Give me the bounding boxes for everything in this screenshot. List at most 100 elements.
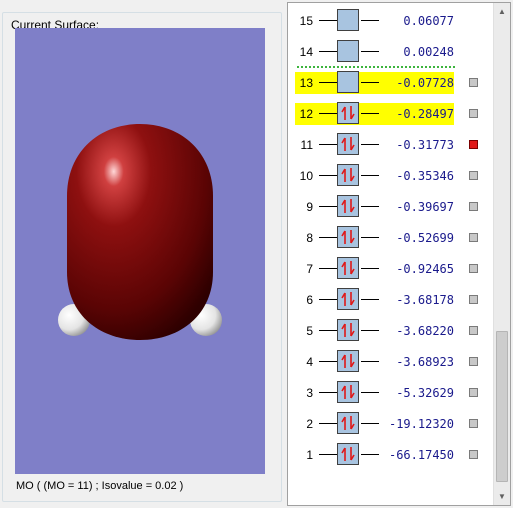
surface-checkbox[interactable]	[469, 450, 478, 459]
arrow-up-icon: ▲	[498, 7, 506, 16]
mo-number: 8	[306, 231, 313, 245]
orbital-lobe	[67, 124, 213, 340]
surface-checkbox[interactable]	[469, 78, 478, 87]
scroll-up-button[interactable]: ▲	[494, 3, 510, 20]
electron-pair-icon	[341, 230, 355, 244]
orbital-box[interactable]	[337, 164, 359, 186]
electron-pair-icon	[341, 106, 355, 120]
mo-energy: -0.28497	[396, 107, 454, 121]
mo-number: 13	[299, 76, 313, 90]
electron-pair-icon	[341, 292, 355, 306]
scroll-thumb[interactable]	[496, 331, 508, 482]
mo-number: 12	[299, 107, 313, 121]
mo-energy: -0.52699	[396, 231, 454, 245]
mo-number: 7	[306, 262, 313, 276]
mo-number: 11	[300, 138, 313, 152]
mo-number: 3	[306, 386, 313, 400]
energy-level-line	[319, 237, 337, 238]
surface-checkbox[interactable]	[469, 264, 478, 273]
vertical-scrollbar[interactable]: ▲ ▼	[493, 3, 510, 505]
mo-row-11[interactable]: 11 -0.31773	[288, 133, 494, 157]
mo-number: 15	[299, 14, 313, 28]
mo-row-9[interactable]: 9 -0.39697	[288, 195, 494, 219]
mo-energy: -3.68220	[396, 324, 454, 338]
energy-level-line	[319, 423, 337, 424]
orbital-box[interactable]	[337, 133, 359, 155]
energy-level-line	[319, 175, 337, 176]
orbital-box[interactable]	[337, 257, 359, 279]
electron-pair-icon	[341, 447, 355, 461]
mo-row-1[interactable]: 1 -66.17450	[288, 443, 494, 467]
mo-list: 15 0.06077 14 0.00248 13 -0.07728 12 -0.28497 11…	[288, 3, 494, 505]
orbital-box[interactable]	[337, 71, 359, 93]
mo-row-8[interactable]: 8 -0.52699	[288, 226, 494, 250]
surface-checkbox[interactable]	[469, 202, 478, 211]
electron-pair-icon	[341, 354, 355, 368]
mo-energy: -0.92465	[396, 262, 454, 276]
orbital-box[interactable]	[337, 102, 359, 124]
surface-checkbox[interactable]	[469, 109, 478, 118]
surface-checkbox[interactable]	[469, 419, 478, 428]
orbital-box[interactable]	[337, 195, 359, 217]
surface-checkbox[interactable]	[469, 295, 478, 304]
orbital-box[interactable]	[337, 381, 359, 403]
mo-number: 10	[299, 169, 313, 183]
mo-row-5[interactable]: 5 -3.68220	[288, 319, 494, 343]
homo-lumo-separator	[297, 66, 455, 68]
surface-checkbox[interactable]	[469, 326, 478, 335]
mo-energy: -0.39697	[396, 200, 454, 214]
surface-caption: MO ( (MO = 11) ; Isovalue = 0.02 )	[16, 480, 184, 492]
orbital-box[interactable]	[337, 350, 359, 372]
electron-pair-icon	[341, 168, 355, 182]
mo-row-3[interactable]: 3 -5.32629	[288, 381, 494, 405]
electron-pair-icon	[341, 416, 355, 430]
energy-level-line	[319, 268, 337, 269]
mo-energy: -3.68923	[396, 355, 454, 369]
orbital-box[interactable]	[337, 40, 359, 62]
mo-energy: -0.07728	[396, 76, 454, 90]
orbital-box[interactable]	[337, 288, 359, 310]
orbital-box[interactable]	[337, 9, 359, 31]
mo-row-10[interactable]: 10 -0.35346	[288, 164, 494, 188]
energy-level-line	[319, 206, 337, 207]
energy-level-line	[319, 144, 337, 145]
electron-pair-icon	[341, 261, 355, 275]
mo-row-2[interactable]: 2 -19.12320	[288, 412, 494, 436]
orbital-box[interactable]	[337, 319, 359, 341]
mo-energy: 0.00248	[403, 45, 454, 59]
mo-row-15[interactable]: 15 0.06077	[288, 9, 494, 33]
mo-row-7[interactable]: 7 -0.92465	[288, 257, 494, 281]
surface-viewport[interactable]	[15, 28, 265, 474]
mo-number: 4	[306, 355, 313, 369]
mo-number: 14	[299, 45, 313, 59]
surface-checkbox[interactable]	[469, 233, 478, 242]
electron-pair-icon	[341, 323, 355, 337]
surface-checkbox[interactable]	[469, 171, 478, 180]
surface-selected-checkbox[interactable]	[469, 140, 478, 149]
mo-energy: -0.31773	[396, 138, 454, 152]
orbital-surface-render	[58, 124, 222, 340]
orbital-box[interactable]	[337, 443, 359, 465]
energy-level-line	[319, 20, 337, 21]
mo-row-13[interactable]: 13 -0.07728	[288, 71, 494, 95]
mo-row-12[interactable]: 12 -0.28497	[288, 102, 494, 126]
mo-number: 2	[306, 417, 313, 431]
energy-level-line	[319, 51, 337, 52]
orbital-box[interactable]	[337, 412, 359, 434]
surface-checkbox[interactable]	[469, 388, 478, 397]
electron-pair-icon	[341, 385, 355, 399]
mo-number: 1	[306, 448, 313, 462]
mo-energy: -3.68178	[396, 293, 454, 307]
mo-energy: -5.32629	[396, 386, 454, 400]
scroll-down-button[interactable]: ▼	[494, 488, 510, 505]
mo-row-6[interactable]: 6 -3.68178	[288, 288, 494, 312]
orbital-box[interactable]	[337, 226, 359, 248]
mo-row-4[interactable]: 4 -3.68923	[288, 350, 494, 374]
energy-level-line	[319, 454, 337, 455]
mo-energy: -19.12320	[388, 417, 454, 431]
energy-level-line	[319, 299, 337, 300]
mo-row-14[interactable]: 14 0.00248	[288, 40, 494, 64]
mo-energy: 0.06077	[403, 14, 454, 28]
surface-checkbox[interactable]	[469, 357, 478, 366]
mo-diagram-panel[interactable]: 15 0.06077 14 0.00248 13 -0.07728 12 -0.28497 11…	[287, 2, 511, 506]
